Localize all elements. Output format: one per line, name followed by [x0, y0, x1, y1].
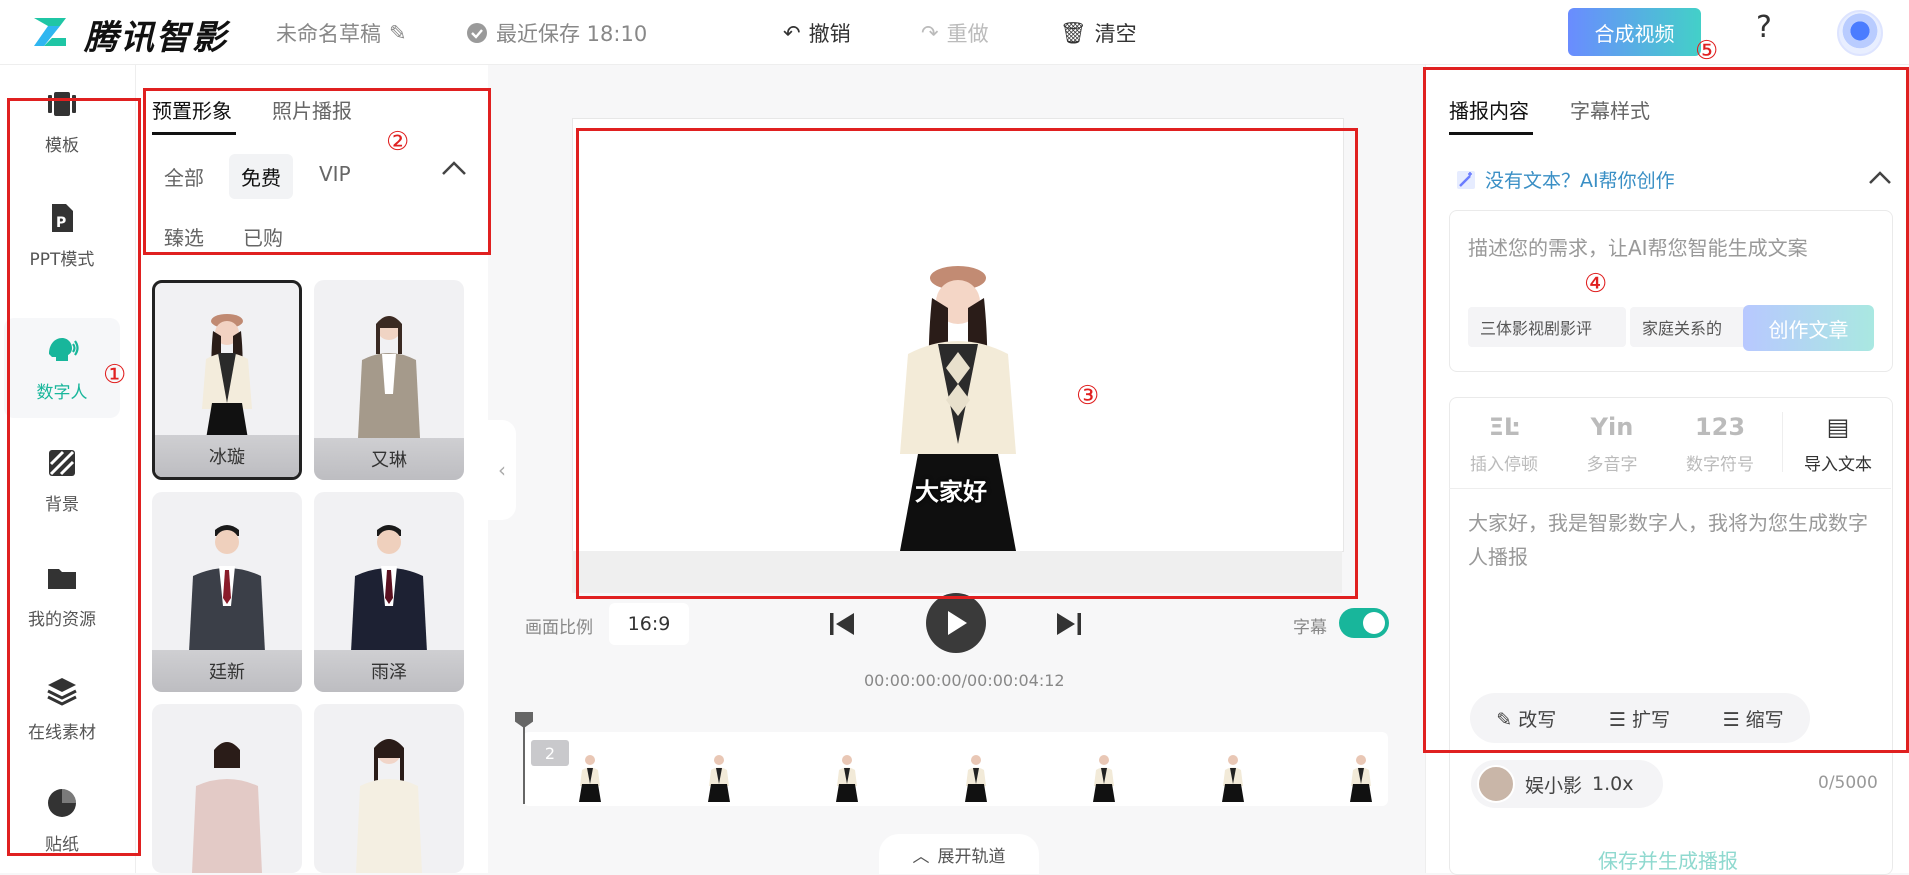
avatar-name: 雨泽 [314, 650, 464, 692]
timeline-frame-thumbnail [1093, 755, 1115, 802]
compose-video-button[interactable]: 合成视频 [1568, 8, 1701, 56]
avatar-name: 冰璇 [155, 435, 299, 477]
avatar-figure [202, 314, 252, 439]
avatar-figure [356, 739, 422, 873]
voice-speed: 1.0x [1592, 773, 1634, 795]
chevron-left-icon: ‹ [498, 458, 506, 482]
playhead-handle[interactable] [515, 712, 533, 728]
expand-track-button[interactable]: ︿ 展开轨道 [879, 834, 1039, 874]
avatar-card-yuze[interactable]: 雨泽 [314, 492, 464, 692]
redo-label: 重做 [946, 22, 989, 46]
collapse-panel-handle[interactable]: ‹ [488, 420, 516, 520]
annotation-box-4 [1423, 67, 1909, 753]
expand-track-label: 展开轨道 [937, 846, 1006, 867]
track-count-badge: 2 [531, 740, 569, 766]
voice-selector[interactable]: 娱小影 1.0x [1471, 760, 1663, 808]
help-icon[interactable]: ? [1756, 10, 1772, 45]
clear-label: 清空 [1094, 22, 1137, 46]
annotation-number-5: ⑤ [1695, 36, 1719, 66]
timeline-frame-thumbnail [579, 755, 601, 802]
user-avatar[interactable] [1837, 10, 1883, 56]
chevron-up-icon: ︿ [912, 846, 930, 867]
annotation-box-2 [143, 88, 491, 255]
timeline-track[interactable] [523, 732, 1388, 806]
undo-label: 撤销 [808, 22, 851, 46]
character-count: 0/5000 [1818, 773, 1878, 793]
aspect-ratio-label: 画面比例 [525, 618, 593, 638]
avatar-card-youlin[interactable]: 又琳 [314, 280, 464, 480]
timeline-frame-thumbnail [964, 755, 987, 802]
subtitle-toggle-label: 字幕 [1293, 618, 1327, 638]
redo-icon: ↷ [921, 21, 939, 45]
play-icon [948, 611, 967, 635]
logo-icon [34, 18, 66, 46]
skip-back-icon[interactable] [828, 611, 856, 637]
avatar-figure [358, 316, 420, 438]
timeline-frame-thumbnail [1350, 755, 1372, 802]
annotation-number-1: ① [103, 360, 127, 390]
annotation-box-3 [576, 128, 1358, 599]
annotation-number-2: ② [386, 127, 410, 157]
undo-button[interactable]: ↶ 撤销 [783, 18, 851, 48]
subtitle-toggle[interactable] [1339, 608, 1389, 638]
check-circle-icon [467, 23, 487, 43]
avatar-name: 廷新 [152, 650, 302, 692]
avatar-card-6[interactable] [314, 704, 464, 873]
trash-icon: 🗑 [1060, 20, 1087, 45]
draft-name-label: 未命名草稿 [276, 22, 381, 46]
avatar-card-tingxin[interactable]: 廷新 [152, 492, 302, 692]
save-status: 最近保存 18:10 [466, 18, 647, 48]
clear-button[interactable]: 🗑 清空 [1060, 18, 1137, 48]
avatar-name: 又琳 [314, 438, 464, 480]
draft-name[interactable]: 未命名草稿 ✎ [276, 18, 407, 48]
avatar-figure [351, 525, 427, 652]
timecode: 00:00:00:00/00:00:04:12 [864, 671, 1065, 690]
voice-avatar [1477, 765, 1515, 803]
annotation-box-1 [7, 98, 141, 856]
edit-pencil-icon[interactable]: ✎ [389, 21, 407, 45]
skip-forward-icon[interactable] [1055, 611, 1083, 637]
avatar-figure [192, 742, 262, 873]
app-name: 腾讯智影 [84, 18, 228, 58]
voice-name: 娱小影 [1525, 774, 1583, 797]
undo-icon: ↶ [783, 21, 801, 45]
save-status-text: 最近保存 18:10 [496, 22, 648, 46]
avatar-card-bingxuan[interactable]: 冰璇 [152, 280, 302, 480]
aspect-ratio-select[interactable]: 16:9 [609, 603, 689, 645]
redo-button[interactable]: ↷ 重做 [921, 18, 989, 48]
avatar-card-5[interactable] [152, 704, 302, 873]
avatar-figure [189, 525, 265, 652]
top-bar: 腾讯智影 未命名草稿 ✎ 最近保存 18:10 ↶ 撤销 ↷ 重做 🗑 清空 合… [0, 0, 1909, 65]
annotation-number-3: ③ [1076, 381, 1100, 411]
play-button[interactable] [926, 593, 986, 653]
timeline-frame-thumbnail [707, 755, 730, 802]
save-generate-button[interactable]: 保存并生成播报 [1598, 845, 1738, 874]
timeline-frame-thumbnail [1221, 755, 1244, 802]
timeline-frame-thumbnail [836, 755, 858, 802]
